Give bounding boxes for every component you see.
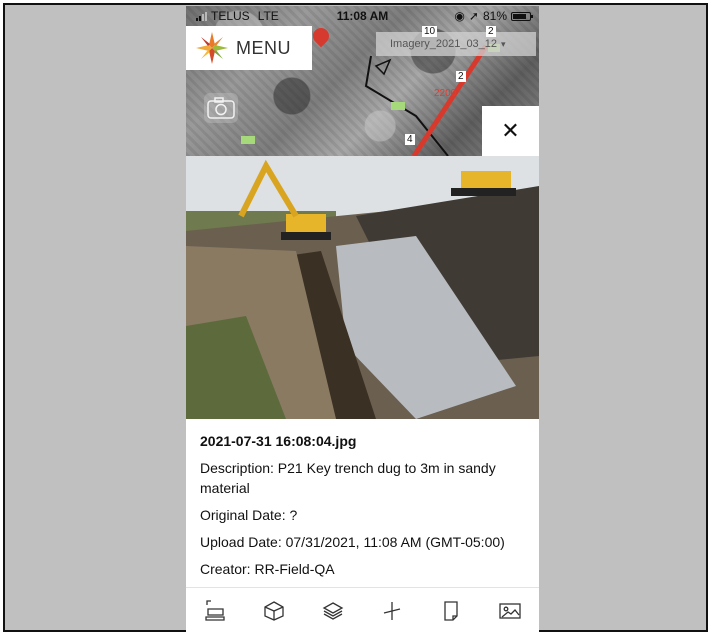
map-view[interactable]: MENU Imagery_2021_03_12 ▾ 10 2 2 4 2200 … [186,6,539,156]
camera-icon [207,97,235,119]
measure-tool-icon [205,599,226,621]
menu-button[interactable]: MENU [186,26,312,70]
photo-original-date: Original Date: ? [200,507,298,523]
close-button[interactable]: ✕ [482,106,539,156]
measure-tool-button[interactable] [202,598,228,624]
image-button[interactable] [497,598,523,624]
photo-cluster-count[interactable]: 2 [486,26,496,37]
photo-description: Description: P21 Key trench dug to 3m in… [200,460,496,496]
trench-line [411,44,489,156]
photo-marker-icon [391,102,405,110]
3d-view-button[interactable] [261,598,287,624]
imagery-layer-select[interactable]: Imagery_2021_03_12 ▾ [376,32,536,56]
chevron-down-icon: ▾ [501,38,506,49]
photo-cluster-count[interactable]: 2 [456,71,466,82]
location-arrow-icon: ➚ [468,9,479,23]
status-bar: TELUS LTE 11:08 AM ◉ ➚ 81% [186,6,539,26]
menu-label: MENU [236,37,291,58]
document-icon [444,600,458,621]
app-logo-icon [196,32,228,64]
direction-arrow-icon [374,58,392,76]
bottom-toolbar [186,587,539,632]
photo-creator: Creator: RR-Field-QA [200,561,335,577]
photo-marker-icon [241,136,255,144]
photo-cluster-count[interactable]: 4 [405,134,415,145]
camera-button[interactable] [204,93,238,123]
trench-photo-image [186,156,539,419]
distance-label: 2200 [434,88,457,99]
photo-file-name: 2021-07-31 16:08:04.jpg [200,433,357,449]
imagery-layer-label: Imagery_2021_03_12 [390,38,498,50]
battery-percent: 81% [482,9,507,23]
image-icon [498,602,521,619]
layers-icon [322,601,344,620]
document-button[interactable] [438,598,464,624]
battery-icon [511,11,533,21]
coordinate-icon [383,601,401,620]
orientation-lock-icon: ◉ [454,9,465,23]
phone-screen: MENU Imagery_2021_03_12 ▾ 10 2 2 4 2200 … [186,6,539,632]
site-photo[interactable] [186,156,539,419]
photo-cluster-count[interactable]: 10 [422,26,438,37]
close-icon: ✕ [501,118,520,143]
3d-box-icon [264,600,284,621]
photo-upload-date: Upload Date: 07/31/2021, 11:08 AM (GMT-0… [200,534,505,550]
coordinate-button[interactable] [379,598,405,624]
photo-details: 2021-07-31 16:08:04.jpg Description: P21… [186,419,539,587]
layers-button[interactable] [320,598,346,624]
status-right: ◉ ➚ 81% [454,9,533,23]
